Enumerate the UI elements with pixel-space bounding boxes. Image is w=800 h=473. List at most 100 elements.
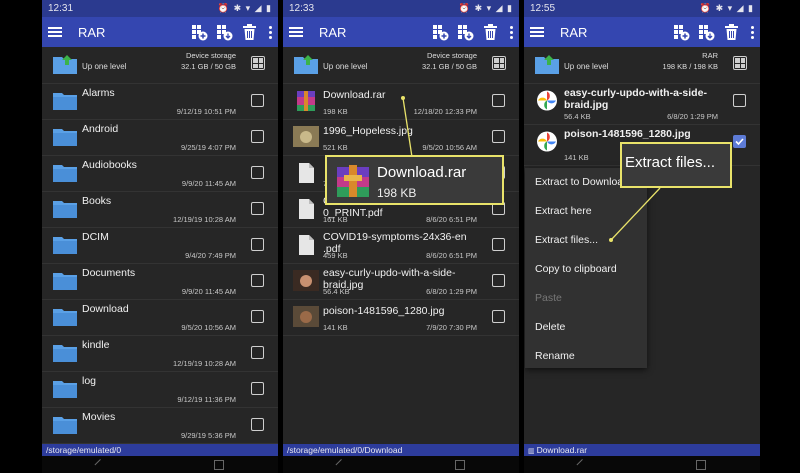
folder-name: Books bbox=[82, 195, 112, 207]
file-date: 6/8/20 1:29 PM bbox=[426, 287, 477, 296]
panel-root: 12:33 ⏰ ✱ ▾ ◢ ▮ RAR Up one level Device … bbox=[283, 0, 519, 473]
grid-view-icon[interactable] bbox=[492, 56, 506, 70]
folder-date: 9/9/20 11:45 AM bbox=[181, 179, 236, 188]
home-icon[interactable] bbox=[213, 459, 224, 470]
folder-row[interactable]: Audiobooks 9/9/20 11:45 AM bbox=[42, 155, 278, 192]
file-row[interactable]: Download.rar 198 KB 12/18/20 12:33 PM bbox=[283, 83, 519, 120]
select-checkbox[interactable] bbox=[492, 310, 505, 323]
folder-row[interactable]: Android 9/25/19 4:07 PM bbox=[42, 119, 278, 156]
select-checkbox[interactable] bbox=[733, 94, 746, 107]
file-name: Download.rar bbox=[323, 89, 386, 101]
more-options-icon[interactable] bbox=[509, 25, 513, 39]
file-name: poison-1481596_1280.jpg bbox=[564, 128, 691, 140]
folder-date: 9/4/20 7:49 PM bbox=[185, 251, 236, 260]
rar-archive-icon bbox=[337, 165, 369, 197]
folder-row[interactable]: Books 12/19/19 10:28 AM bbox=[42, 191, 278, 228]
file-name: easy-curly-updo-with-a-side- bbox=[323, 267, 456, 279]
more-options-icon[interactable] bbox=[750, 25, 754, 39]
extract-archive-icon[interactable] bbox=[457, 24, 474, 41]
folder-up-icon bbox=[53, 55, 77, 74]
add-archive-icon[interactable] bbox=[673, 24, 690, 41]
delete-icon[interactable] bbox=[241, 24, 258, 41]
folder-date: 9/12/19 10:51 PM bbox=[176, 107, 236, 116]
folder-icon bbox=[53, 417, 77, 434]
back-icon[interactable] bbox=[576, 458, 589, 471]
folder-date: 9/29/19 5:36 PM bbox=[180, 431, 236, 440]
file-date: 8/6/20 6:51 PM bbox=[426, 251, 477, 260]
callout-extract-files-label: Extract files... bbox=[625, 154, 716, 171]
up-one-level-row[interactable]: Up one level RAR 198 KB / 198 KB bbox=[524, 47, 760, 84]
extract-archive-icon[interactable] bbox=[698, 24, 715, 41]
status-time: 12:31 bbox=[48, 3, 74, 14]
up-one-level-row[interactable]: Up one level Device storage 32.1 GB / 50… bbox=[42, 47, 278, 84]
grid-view-icon[interactable] bbox=[251, 56, 265, 70]
app-toolbar: RAR bbox=[283, 17, 519, 47]
nav-bar bbox=[524, 456, 760, 473]
select-checkbox[interactable] bbox=[251, 202, 264, 215]
folder-name: Audiobooks bbox=[82, 159, 137, 171]
select-checkbox[interactable] bbox=[251, 274, 264, 287]
folder-date: 9/5/20 10:56 AM bbox=[181, 323, 236, 332]
folder-row[interactable]: log 9/12/19 11:36 PM bbox=[42, 371, 278, 408]
folder-row[interactable]: Download 9/5/20 10:56 AM bbox=[42, 299, 278, 336]
path-bar: ▥ Download.rar bbox=[524, 444, 760, 456]
folder-row[interactable]: Movies 9/29/19 5:36 PM bbox=[42, 407, 278, 444]
file-row[interactable]: easy-curly-updo-with-a-side-braid.jpg 56.… bbox=[283, 263, 519, 300]
folder-row[interactable]: DCIM 9/4/20 7:49 PM bbox=[42, 227, 278, 264]
menu-item-extract-files[interactable]: Extract files... bbox=[535, 234, 598, 246]
delete-icon[interactable] bbox=[723, 24, 740, 41]
select-checkbox[interactable] bbox=[251, 346, 264, 359]
delete-icon[interactable] bbox=[482, 24, 499, 41]
panel-root: 12:31 ⏰ ✱ ▾ ◢ ▮ RAR Up one level Device … bbox=[42, 0, 278, 473]
folder-date: 9/25/19 4:07 PM bbox=[180, 143, 236, 152]
file-date: 9/5/20 10:56 AM bbox=[422, 143, 477, 152]
add-archive-icon[interactable] bbox=[432, 24, 449, 41]
path-text: Download.rar bbox=[536, 445, 588, 455]
menu-item-rename[interactable]: Rename bbox=[535, 350, 575, 362]
menu-item-copy-to-clipboard[interactable]: Copy to clipboard bbox=[535, 263, 617, 275]
folder-row[interactable]: Documents 9/9/20 11:45 AM bbox=[42, 263, 278, 300]
select-checkbox[interactable] bbox=[733, 135, 746, 148]
file-size: 141 KB bbox=[564, 153, 589, 162]
file-row[interactable]: easy-curly-updo-with-a-side-braid.jpg 56.… bbox=[524, 83, 760, 125]
archive-icon: ▥ bbox=[528, 448, 537, 455]
file-row[interactable]: poison-1481596_1280.jpg 141 KB 7/9/20 7:30… bbox=[283, 299, 519, 336]
add-archive-icon[interactable] bbox=[191, 24, 208, 41]
select-checkbox[interactable] bbox=[492, 274, 505, 287]
folder-date: 12/19/19 10:28 AM bbox=[173, 215, 236, 224]
select-checkbox[interactable] bbox=[492, 94, 505, 107]
select-checkbox[interactable] bbox=[492, 130, 505, 143]
file-row[interactable]: 1996_Hopeless.jpg 521 KB 9/5/20 10:56 AM bbox=[283, 119, 519, 156]
back-icon[interactable] bbox=[335, 458, 348, 471]
document-icon bbox=[299, 235, 314, 255]
folder-date: 12/19/19 10:28 AM bbox=[173, 359, 236, 368]
select-checkbox[interactable] bbox=[251, 382, 264, 395]
extract-archive-icon[interactable] bbox=[216, 24, 233, 41]
select-checkbox[interactable] bbox=[251, 418, 264, 431]
grid-view-icon[interactable] bbox=[733, 56, 747, 70]
more-options-icon[interactable] bbox=[268, 25, 272, 39]
folder-row[interactable]: kindle 12/19/19 10:28 AM bbox=[42, 335, 278, 372]
folder-name: DCIM bbox=[82, 231, 109, 243]
menu-icon[interactable] bbox=[48, 27, 62, 37]
home-icon[interactable] bbox=[454, 459, 465, 470]
rar-archive-icon bbox=[297, 91, 315, 111]
folder-row[interactable]: Alarms 9/12/19 10:51 PM bbox=[42, 83, 278, 120]
up-one-level-row[interactable]: Up one level Device storage 32.1 GB / 50… bbox=[283, 47, 519, 84]
menu-icon[interactable] bbox=[530, 27, 544, 37]
back-icon[interactable] bbox=[94, 458, 107, 471]
menu-item-extract-to[interactable]: Extract to Download bbox=[535, 176, 629, 188]
menu-item-delete[interactable]: Delete bbox=[535, 321, 565, 333]
select-checkbox[interactable] bbox=[251, 238, 264, 251]
callout-file-size: 198 KB bbox=[377, 186, 417, 200]
menu-icon[interactable] bbox=[289, 27, 303, 37]
context-menu: Extract to Download Extract here Extract… bbox=[525, 168, 647, 368]
file-row[interactable]: COVID19-symptoms-24x36-en .pdf 459 KB 8/6/2… bbox=[283, 227, 519, 264]
select-checkbox[interactable] bbox=[251, 166, 264, 179]
select-checkbox[interactable] bbox=[251, 130, 264, 143]
select-checkbox[interactable] bbox=[492, 238, 505, 251]
menu-item-extract-here[interactable]: Extract here bbox=[535, 205, 592, 217]
select-checkbox[interactable] bbox=[251, 310, 264, 323]
home-icon[interactable] bbox=[695, 459, 706, 470]
select-checkbox[interactable] bbox=[251, 94, 264, 107]
